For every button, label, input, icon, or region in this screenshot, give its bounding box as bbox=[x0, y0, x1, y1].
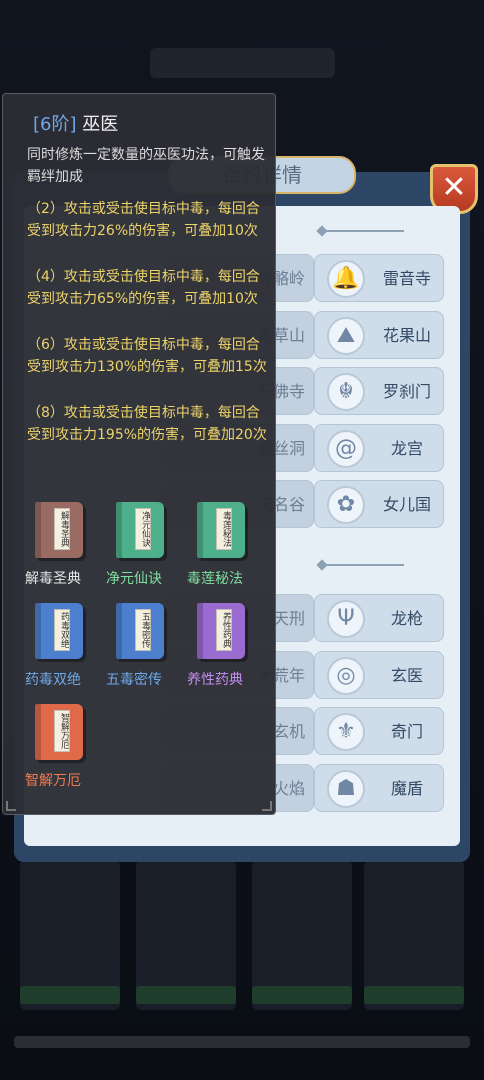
school-label: 女儿国 bbox=[382, 495, 431, 514]
skill-book[interactable]: 解毒圣典 解毒圣典 bbox=[25, 502, 105, 602]
bond-effect: （4）攻击或受击使目标中毒，每回合受到攻击力65%的伤害，可叠加10次 bbox=[27, 269, 260, 307]
bond-effect: （8）攻击或受击使目标中毒，每回合受到攻击力195%的伤害，可叠加20次 bbox=[27, 405, 267, 443]
bond-effect: （2）攻击或受击使目标中毒，每回合受到攻击力26%的伤害，可叠加10次 bbox=[27, 201, 260, 239]
skill-book[interactable]: 智解万厄 智解万厄 bbox=[25, 704, 105, 804]
school-label: 龙宫 bbox=[390, 438, 423, 458]
skill-book[interactable]: 五毒密传 五毒密传 bbox=[106, 603, 186, 703]
book-cover-icon: 净元仙诀 bbox=[116, 502, 164, 558]
school-label: 奇门 bbox=[390, 722, 423, 741]
corner-decoration bbox=[262, 801, 272, 811]
background-card bbox=[136, 860, 236, 1010]
background-bottom-bar bbox=[14, 1036, 470, 1048]
school-button[interactable]: ☗ 魔盾 bbox=[314, 763, 444, 812]
skill-book[interactable]: 净元仙诀 净元仙诀 bbox=[106, 502, 186, 602]
school-label: 雷音寺 bbox=[382, 269, 431, 288]
book-name: 养性药典 bbox=[187, 672, 243, 688]
book-name: 五毒密传 bbox=[106, 672, 162, 688]
bond-name: 巫医 bbox=[82, 114, 119, 135]
school-button[interactable]: ⚜ 奇门 bbox=[314, 707, 444, 755]
bell-icon: 🔔 bbox=[327, 260, 365, 298]
school-button[interactable]: Ψ 龙枪 bbox=[314, 594, 444, 642]
bond-description: 同时修炼一定数量的巫医功法，可触发羁绊加成 bbox=[27, 147, 265, 185]
book-cover-text: 五毒密传 bbox=[135, 609, 151, 651]
school-button[interactable]: @ 龙宫 bbox=[314, 423, 444, 472]
skill-book[interactable]: 药毒双绝 药毒双绝 bbox=[25, 603, 105, 703]
book-name: 净元仙诀 bbox=[106, 571, 162, 587]
trident-icon: Ψ bbox=[327, 600, 365, 638]
book-cover-text: 毒莲秘法 bbox=[216, 508, 232, 550]
tier-label: [6阶] bbox=[33, 114, 77, 135]
school-button[interactable]: ☬ 罗刹门 bbox=[314, 367, 444, 415]
section-divider bbox=[324, 564, 404, 566]
background-card bbox=[252, 860, 352, 1010]
bond-effect: （6）攻击或受击使目标中毒，每回合受到攻击力130%的伤害，可叠加15次 bbox=[27, 337, 267, 375]
book-cover-text: 药毒双绝 bbox=[54, 609, 70, 651]
tooltip-title: [6阶] 巫医 bbox=[33, 110, 118, 136]
bond-tooltip: [6阶] 巫医 同时修炼一定数量的巫医功法，可触发羁绊加成 （2）攻击或受击使目… bbox=[2, 93, 276, 815]
book-cover-text: 解毒圣典 bbox=[54, 508, 70, 550]
book-cover-text: 智解万厄 bbox=[54, 710, 70, 752]
skill-book[interactable]: 毒莲秘法 毒莲秘法 bbox=[187, 502, 267, 602]
school-button[interactable]: ✿ 女儿国 bbox=[314, 480, 444, 528]
school-button[interactable]: 🔔 雷音寺 bbox=[314, 254, 444, 302]
school-label: 花果山 bbox=[382, 325, 431, 345]
school-label: 龙枪 bbox=[390, 609, 423, 628]
book-name: 智解万厄 bbox=[25, 773, 81, 789]
background-card bbox=[364, 860, 464, 1010]
book-cover-icon: 养性药典 bbox=[197, 603, 245, 659]
school-label: 魔盾 bbox=[390, 778, 423, 798]
book-cover-text: 净元仙诀 bbox=[135, 508, 151, 550]
swirl-icon: ◎ bbox=[327, 656, 365, 695]
skill-book[interactable]: 养性药典 养性药典 bbox=[187, 603, 267, 703]
background-banner bbox=[150, 48, 335, 78]
background-card bbox=[20, 860, 120, 1010]
mountain-icon: ⛰ bbox=[327, 316, 365, 355]
book-cover-icon: 解毒圣典 bbox=[35, 502, 83, 558]
flower-crest-icon: ⚜ bbox=[327, 713, 365, 751]
book-cover-icon: 药毒双绝 bbox=[35, 603, 83, 659]
corner-decoration bbox=[6, 801, 16, 811]
beast-face-icon: ☗ bbox=[327, 769, 365, 808]
book-cover-icon: 智解万厄 bbox=[35, 704, 83, 760]
book-cover-icon: 五毒密传 bbox=[116, 603, 164, 659]
background-cards bbox=[20, 860, 464, 1020]
school-button[interactable]: ⛰ 花果山 bbox=[314, 310, 444, 359]
school-label: 罗刹门 bbox=[382, 382, 431, 401]
demon-mask-icon: ☬ bbox=[327, 373, 365, 411]
book-name: 解毒圣典 bbox=[25, 571, 81, 587]
book-name: 药毒双绝 bbox=[25, 672, 81, 688]
school-label: 玄医 bbox=[390, 665, 423, 685]
wave-icon: @ bbox=[327, 429, 365, 468]
lotus-icon: ✿ bbox=[327, 486, 365, 524]
book-cover-text: 养性药典 bbox=[216, 609, 232, 651]
school-button[interactable]: ◎ 玄医 bbox=[314, 650, 444, 699]
section-divider bbox=[324, 230, 404, 232]
book-name: 毒莲秘法 bbox=[187, 571, 243, 587]
book-cover-icon: 毒莲秘法 bbox=[197, 502, 245, 558]
